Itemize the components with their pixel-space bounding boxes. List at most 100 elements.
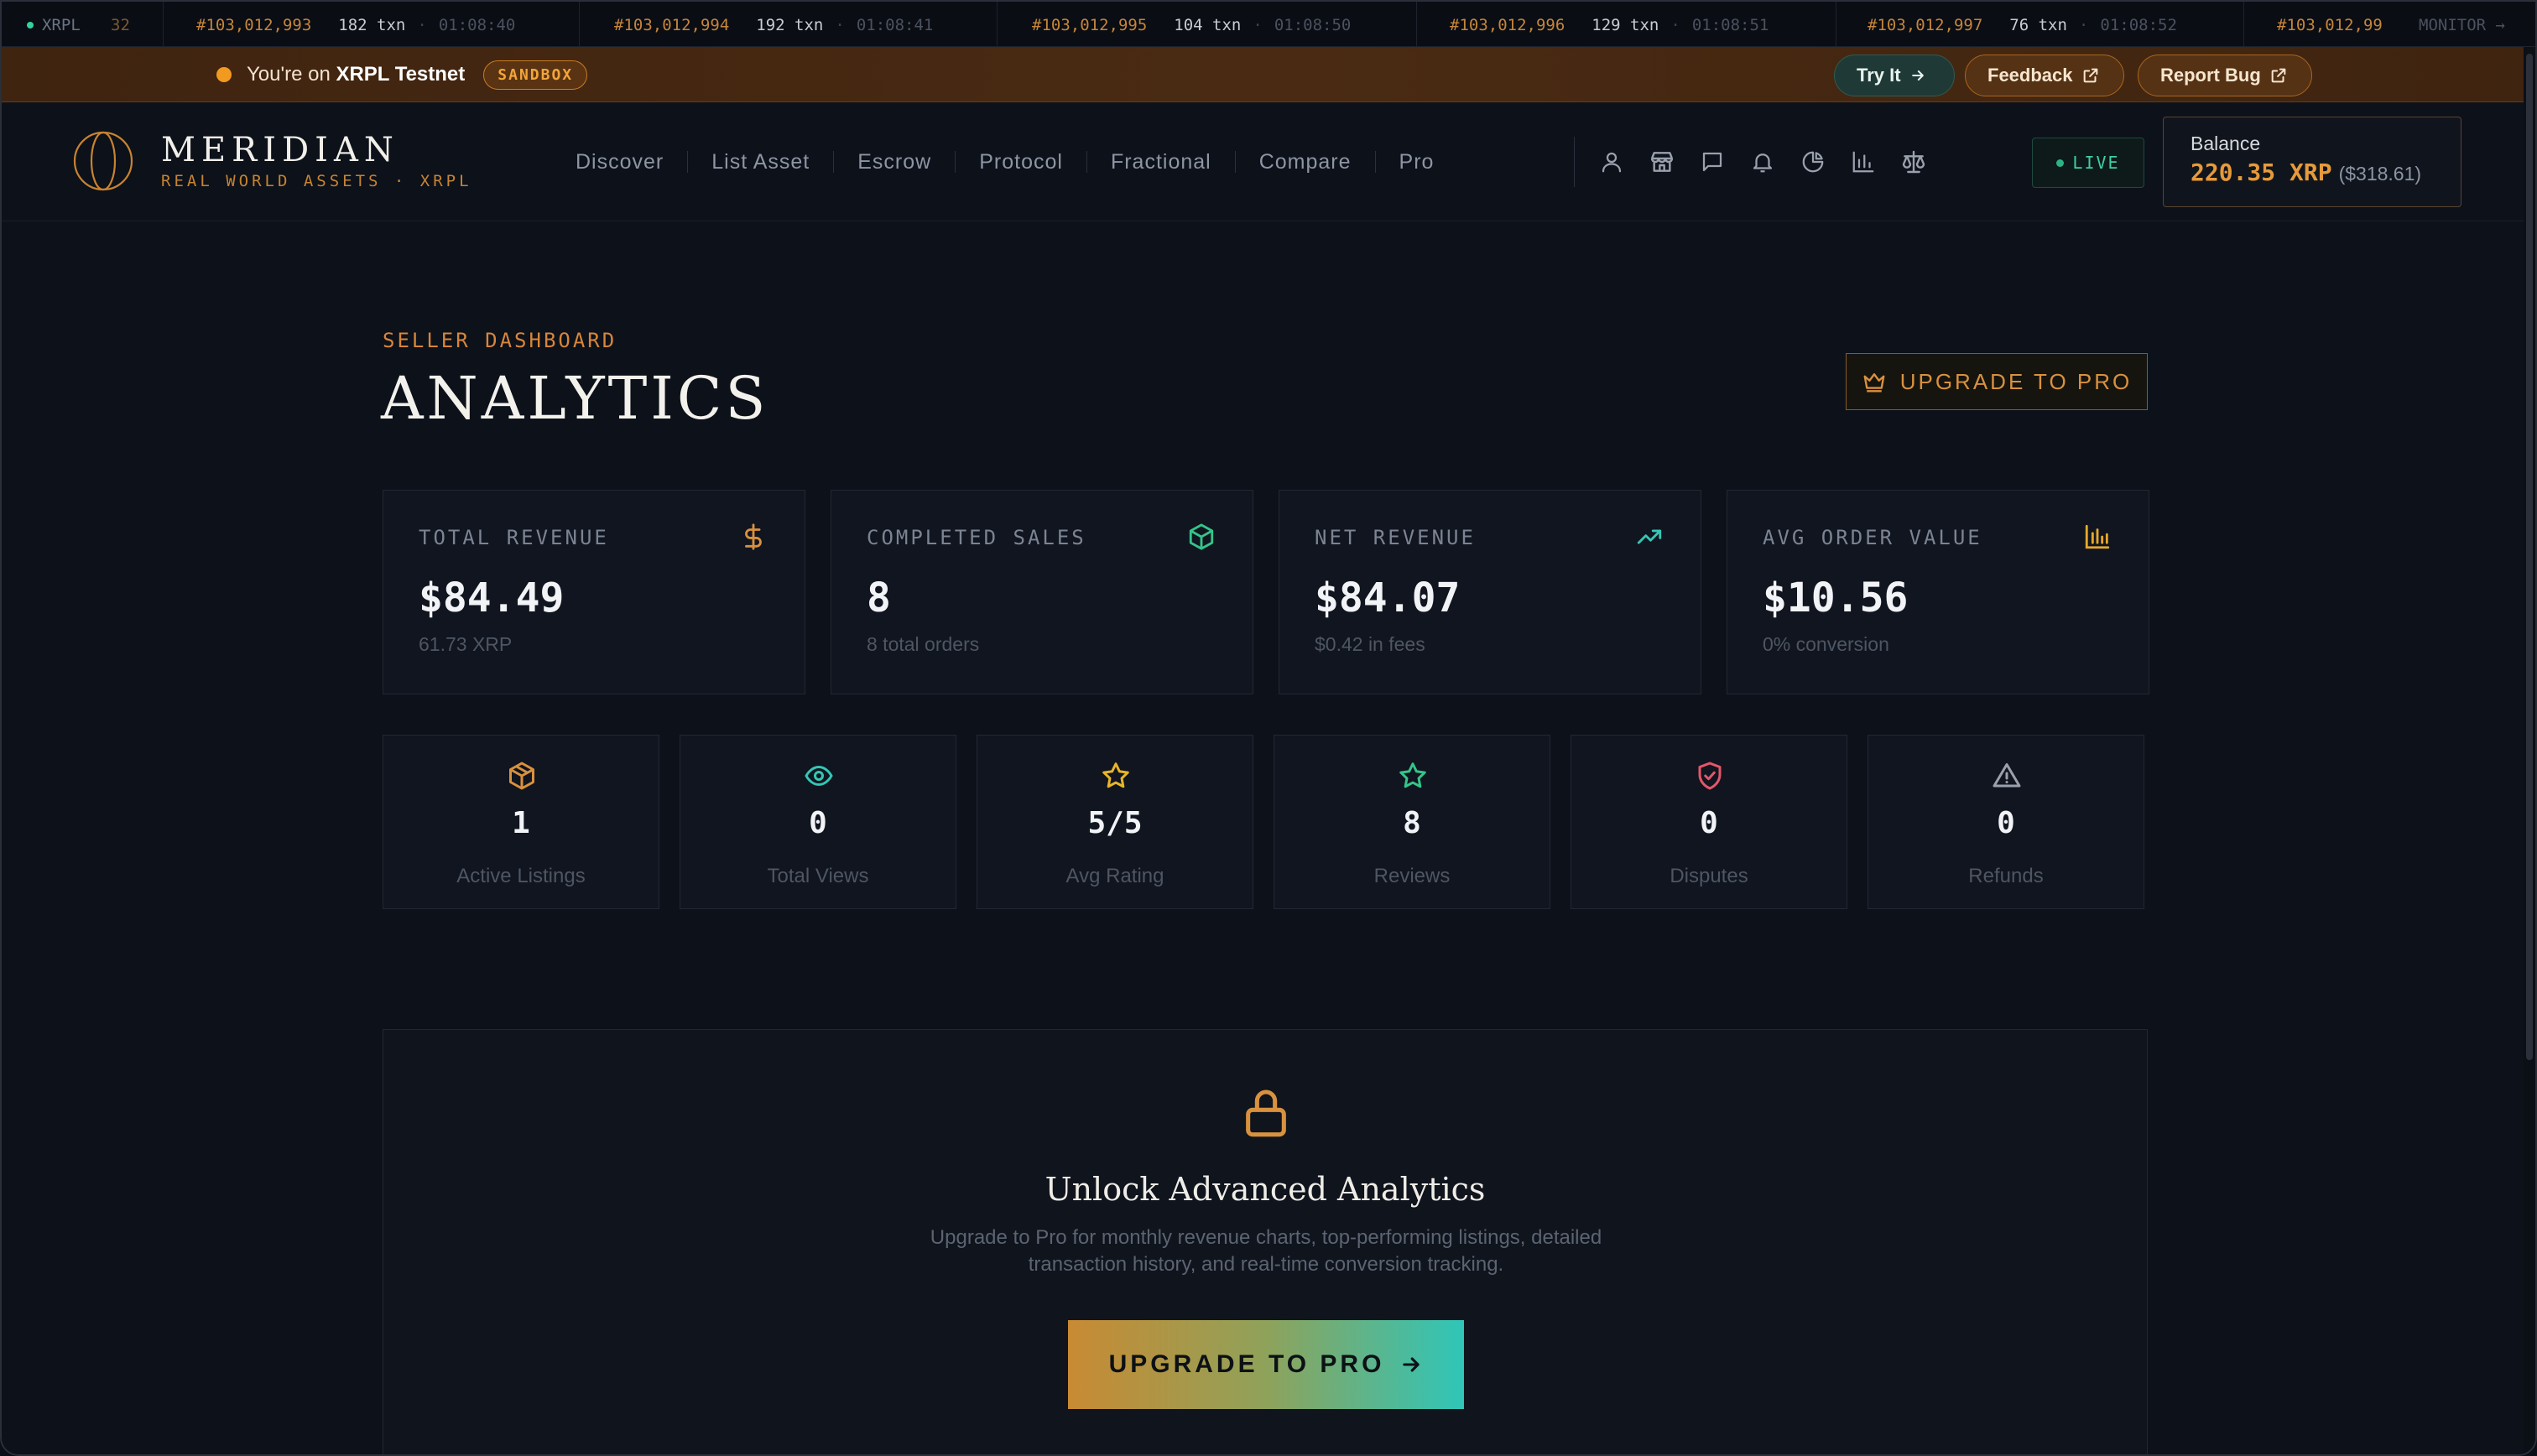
unlock-description: Upgrade to Pro for monthly revenue chart… <box>930 1226 1602 1276</box>
feedback-label: Feedback <box>1987 65 2073 86</box>
feedback-button[interactable]: Feedback <box>1965 55 2124 96</box>
eye-icon <box>805 765 833 787</box>
dollar-icon <box>745 523 762 550</box>
nav-discover[interactable]: Discover <box>555 150 687 174</box>
arrow-right-icon <box>1911 70 1924 81</box>
mini-card-reviews: 8 Reviews <box>1274 735 1550 909</box>
brand-tagline: REAL WORLD ASSETS · XRPL <box>161 172 472 190</box>
arrow-right-icon <box>1403 1357 1420 1372</box>
ticker-network: XRPL <box>27 16 81 34</box>
nav-pro[interactable]: Pro <box>1376 150 1458 174</box>
ticker-item: #103,012,99 <box>2277 16 2383 34</box>
ticker-divider <box>163 2 164 46</box>
balance-usd: ($318.61) <box>2338 163 2422 185</box>
stat-label: AVG ORDER VALUE <box>1763 526 1982 549</box>
nav-list-asset[interactable]: List Asset <box>688 150 833 174</box>
mini-value: 0 <box>809 806 827 840</box>
stat-value: $10.56 <box>1763 575 1909 621</box>
unlock-title: Unlock Advanced Analytics <box>1044 1171 1486 1208</box>
app-window: XRPL 32 #103,012,993 182 txn · 01:08:40 #10… <box>0 0 2537 1456</box>
ticker-item: #103,012,995 104 txn · 01:08:50 <box>1032 16 1352 34</box>
mini-value: 0 <box>1997 806 2015 840</box>
report-bug-button[interactable]: Report Bug <box>2138 55 2312 96</box>
sandbox-badge: SANDBOX <box>483 60 588 90</box>
mini-value: 1 <box>512 806 530 840</box>
mini-card-total-views: 0 Total Views <box>680 735 956 909</box>
star-outline-icon <box>1399 762 1426 788</box>
ticker-item: #103,012,993 182 txn · 01:08:40 <box>196 16 516 34</box>
nav-escrow[interactable]: Escrow <box>834 150 955 174</box>
network-status-dot <box>27 22 34 29</box>
unlock-button-label: UPGRADE TO PRO <box>1108 1350 1385 1378</box>
warning-dot-icon <box>216 67 232 82</box>
mini-value: 5/5 <box>1087 806 1143 840</box>
user-icon[interactable] <box>1597 147 1627 177</box>
nav-fractional[interactable]: Fractional <box>1087 150 1235 174</box>
try-it-label: Try It <box>1857 65 1901 86</box>
ticker-divider <box>997 2 998 46</box>
ticker-item: #103,012,996 129 txn · 01:08:51 <box>1450 16 1769 34</box>
crown-icon <box>1863 373 1885 393</box>
block-ticker: XRPL 32 #103,012,993 182 txn · 01:08:40 #10… <box>2 2 2535 47</box>
box-icon <box>509 762 534 790</box>
balance-label: Balance <box>2191 133 2261 154</box>
nav-protocol[interactable]: Protocol <box>956 150 1086 174</box>
stat-label: COMPLETED SALES <box>867 526 1086 549</box>
mini-label: Refunds <box>1968 865 2044 887</box>
message-icon[interactable] <box>1697 147 1727 177</box>
unlock-analytics-panel: Unlock Advanced Analytics Upgrade to Pro… <box>383 1029 2148 1454</box>
mini-card-disputes: 0 Disputes <box>1571 735 1847 909</box>
bar-chart-icon <box>2085 524 2110 549</box>
unlock-upgrade-button[interactable]: UPGRADE TO PRO <box>1068 1320 1464 1409</box>
mini-card-avg-rating: 5/5 Avg Rating <box>977 735 1253 909</box>
testnet-banner: You're on XRPL Testnet SANDBOX Try It Fe… <box>2 47 2535 102</box>
brand-logo[interactable]: MERIDIAN REAL WORLD ASSETS · XRPL <box>72 130 472 192</box>
stat-label: NET REVENUE <box>1315 526 1476 549</box>
main-nav: Discover List Asset Escrow Protocol Frac… <box>555 146 1457 178</box>
stat-value: 8 <box>867 575 891 621</box>
mini-value: 0 <box>1700 806 1718 840</box>
bar-chart-icon[interactable] <box>1848 147 1878 177</box>
bell-icon[interactable] <box>1748 147 1778 177</box>
ticker-divider <box>2243 2 2244 46</box>
mini-label: Total Views <box>767 865 869 887</box>
page-kicker: SELLER DASHBOARD <box>383 329 617 352</box>
upgrade-label: UPGRADE TO PRO <box>1899 368 2133 394</box>
upgrade-to-pro-button[interactable]: UPGRADE TO PRO <box>1846 353 2148 410</box>
nav-compare[interactable]: Compare <box>1236 150 1375 174</box>
stat-subtext: 61.73 XRP <box>419 633 513 655</box>
monitor-link[interactable]: MONITOR → <box>2410 16 2505 34</box>
lock-icon <box>1246 1089 1286 1137</box>
stat-subtext: 8 total orders <box>867 633 980 655</box>
live-dot-icon <box>2056 159 2065 167</box>
warning-icon <box>1993 763 2021 788</box>
ticker-divider <box>1416 2 1417 46</box>
pie-chart-icon[interactable] <box>1798 147 1828 177</box>
stat-value: $84.49 <box>419 575 565 621</box>
globe-logo-icon <box>73 131 133 191</box>
stat-value: $84.07 <box>1315 575 1461 621</box>
ticker-item: #103,012,994 192 txn · 01:08:41 <box>614 16 934 34</box>
package-icon <box>1189 523 1214 550</box>
balance-value: 220.35 XRP ($318.61) <box>2191 159 2422 186</box>
stat-card-net-revenue: NET REVENUE $84.07 $0.42 in fees <box>1279 490 1701 694</box>
page-scrollbar[interactable] <box>2524 47 2535 1454</box>
mini-label: Reviews <box>1373 865 1451 887</box>
testnet-notice: You're on XRPL Testnet SANDBOX <box>216 59 588 91</box>
scale-icon[interactable] <box>1899 147 1929 177</box>
wallet-balance[interactable]: Balance 220.35 XRP ($318.61) <box>2163 117 2461 207</box>
icon-divider <box>1574 137 1575 187</box>
external-link-icon <box>2271 68 2286 83</box>
mini-label: Disputes <box>1670 865 1748 887</box>
scrollbar-thumb[interactable] <box>2526 54 2533 1060</box>
try-it-button[interactable]: Try It <box>1834 55 1955 96</box>
page-title: ANALYTICS <box>381 364 769 433</box>
store-icon[interactable] <box>1647 147 1677 177</box>
brand-text: MERIDIAN REAL WORLD ASSETS · XRPL <box>161 132 472 190</box>
header-icons <box>1574 137 1949 187</box>
live-label: LIVE <box>2072 153 2120 173</box>
ticker-item: #103,012,997 76 txn · 01:08:52 <box>1868 16 2177 34</box>
stat-card-avg-order-value: AVG ORDER VALUE $10.56 0% conversion <box>1727 490 2149 694</box>
mini-card-refunds: 0 Refunds <box>1868 735 2144 909</box>
top-header: MERIDIAN REAL WORLD ASSETS · XRPL Discov… <box>2 102 2535 221</box>
